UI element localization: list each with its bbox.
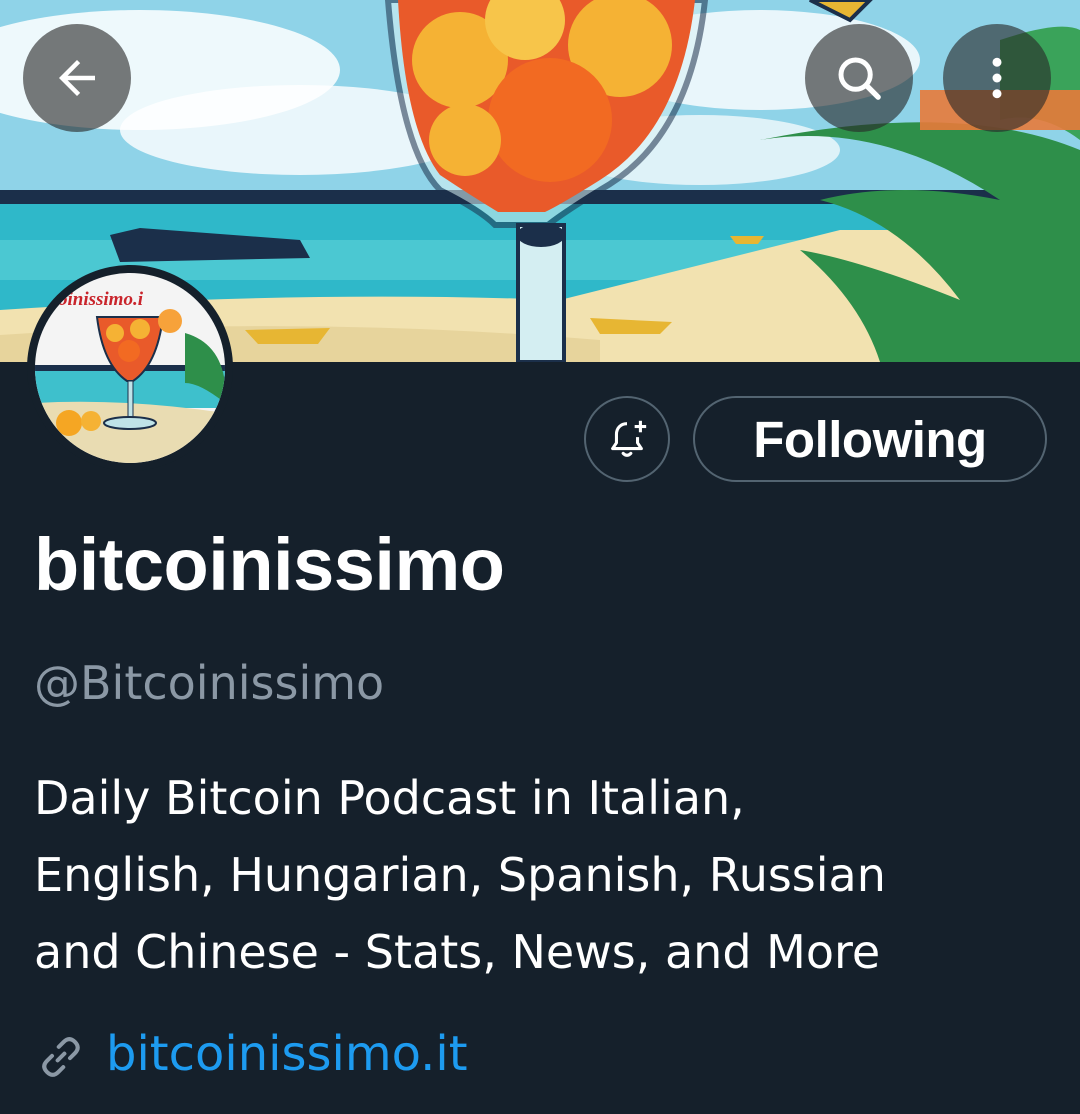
- website-row: bitcoinissimo.it: [34, 1024, 468, 1084]
- display-name: bitcoinissimo: [34, 523, 505, 606]
- profile-bio: Daily Bitcoin Podcast in Italian, Englis…: [34, 771, 886, 979]
- search-button[interactable]: [805, 24, 913, 132]
- more-options-button[interactable]: [943, 24, 1051, 132]
- search-icon: [838, 57, 881, 100]
- arrow-left-icon: [59, 60, 95, 96]
- following-button[interactable]: Following: [693, 396, 1047, 482]
- back-button[interactable]: [23, 24, 131, 132]
- link-icon: [42, 1037, 80, 1077]
- notifications-button[interactable]: [584, 396, 670, 482]
- bell-plus-icon: [611, 420, 647, 457]
- avatar-image: itcoinissimo.i: [35, 273, 225, 463]
- more-vertical-icon: [992, 57, 1002, 99]
- avatar[interactable]: itcoinissimo.i: [27, 265, 233, 471]
- user-handle: @Bitcoinissimo: [34, 656, 385, 710]
- website-link[interactable]: bitcoinissimo.it: [106, 1026, 468, 1082]
